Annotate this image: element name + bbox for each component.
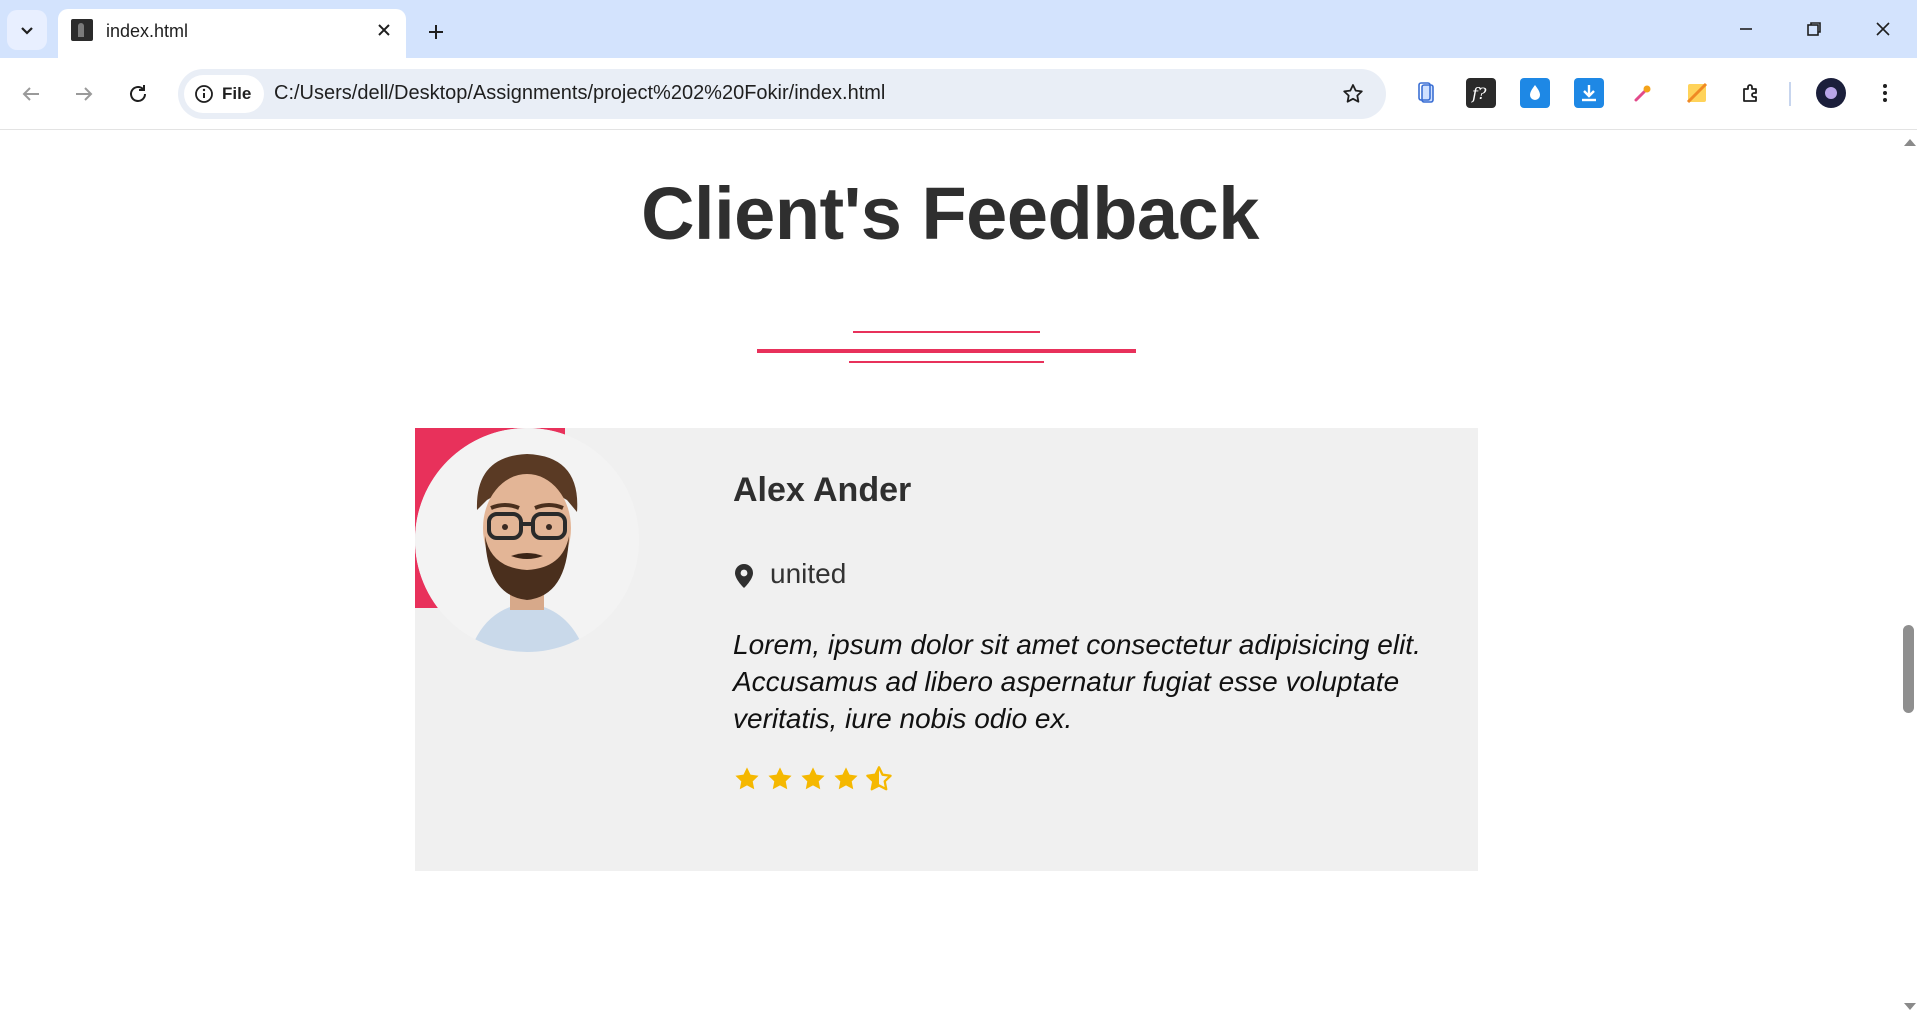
new-tab-button[interactable] xyxy=(420,16,452,48)
arrow-right-icon xyxy=(76,87,93,101)
toolbar-separator xyxy=(1789,82,1791,106)
color-picker-icon xyxy=(1634,85,1651,102)
title-divider-line xyxy=(853,331,1040,333)
tab-title: index.html xyxy=(106,21,189,41)
reload-icon xyxy=(130,85,146,102)
star-full-icon xyxy=(801,767,825,790)
active-tab[interactable]: index.html xyxy=(58,9,406,58)
font-finder-icon: f? xyxy=(1471,84,1487,103)
chevron-down-icon xyxy=(21,27,33,35)
tab-strip: index.html xyxy=(0,0,1917,58)
image-tool-icon xyxy=(1686,82,1708,104)
water-drop-icon xyxy=(1530,85,1540,100)
url-text[interactable]: C:/Users/dell/Desktop/Assignments/projec… xyxy=(274,82,885,105)
star-full-icon xyxy=(834,767,858,790)
forward-button[interactable] xyxy=(66,76,102,112)
chip-label: File xyxy=(222,84,252,103)
puzzle-icon xyxy=(1743,84,1757,102)
extension-button[interactable] xyxy=(1682,78,1712,108)
star-full-icon xyxy=(768,767,792,790)
extension-button[interactable]: f? xyxy=(1466,78,1496,108)
extension-button[interactable] xyxy=(1574,78,1604,108)
testimonial-card: Alex Ander united Lorem, ipsum dolor sit… xyxy=(415,428,1478,871)
scrollbar-thumb[interactable] xyxy=(1903,625,1914,713)
profile-avatar[interactable] xyxy=(1816,78,1846,108)
minimize-button[interactable] xyxy=(1723,12,1769,46)
client-name: Alex Ander xyxy=(733,471,912,509)
svg-text:f?: f? xyxy=(1471,84,1487,103)
page-scrollbar[interactable] xyxy=(1900,131,1917,1016)
close-window-button[interactable] xyxy=(1860,12,1906,46)
close-icon xyxy=(378,24,390,36)
scroll-up-arrow-icon[interactable] xyxy=(1904,139,1916,146)
phone-copy-icon xyxy=(1418,82,1434,103)
star-outline-icon xyxy=(1343,84,1363,103)
tab-favicon-icon xyxy=(71,19,93,41)
browser-toolbar: File C:/Users/dell/Desktop/Assignments/p… xyxy=(0,58,1917,130)
title-divider-line xyxy=(849,361,1044,363)
restore-button[interactable] xyxy=(1791,12,1837,46)
client-portrait-image xyxy=(415,428,639,652)
kebab-menu-icon xyxy=(1883,84,1887,102)
star-rating xyxy=(733,765,893,793)
close-icon xyxy=(1876,22,1890,36)
page-viewport: Client's Feedback Alex Ander united Lore… xyxy=(0,131,1917,1016)
restore-icon xyxy=(1807,22,1821,36)
title-divider-line xyxy=(757,349,1136,353)
extension-button[interactable] xyxy=(1520,78,1550,108)
site-info-chip[interactable]: File xyxy=(184,75,264,113)
tab-search-button[interactable] xyxy=(7,10,47,50)
reload-button[interactable] xyxy=(120,76,156,112)
scroll-down-arrow-icon[interactable] xyxy=(1904,1003,1916,1010)
browser-menu-button[interactable] xyxy=(1870,78,1900,108)
address-bar[interactable]: File C:/Users/dell/Desktop/Assignments/p… xyxy=(178,69,1386,119)
minimize-icon xyxy=(1740,28,1752,30)
testimonial-quote: Lorem, ipsum dolor sit amet consectetur … xyxy=(733,629,1421,734)
extensions-menu-button[interactable] xyxy=(1736,78,1766,108)
map-pin-icon xyxy=(735,564,753,588)
section-title: Client's Feedback xyxy=(641,172,1259,255)
client-location: united xyxy=(770,558,847,589)
bookmark-button[interactable] xyxy=(1340,81,1366,107)
client-photo xyxy=(415,428,639,652)
arrow-left-icon xyxy=(22,87,39,101)
extension-button[interactable] xyxy=(1628,78,1658,108)
tab-close-button[interactable] xyxy=(372,18,396,42)
star-half-icon xyxy=(866,766,892,791)
plus-icon xyxy=(429,25,443,39)
info-icon xyxy=(195,85,213,103)
back-button[interactable] xyxy=(13,76,49,112)
star-full-icon xyxy=(735,767,759,790)
download-icon xyxy=(1582,85,1596,102)
extension-button[interactable] xyxy=(1412,78,1442,108)
